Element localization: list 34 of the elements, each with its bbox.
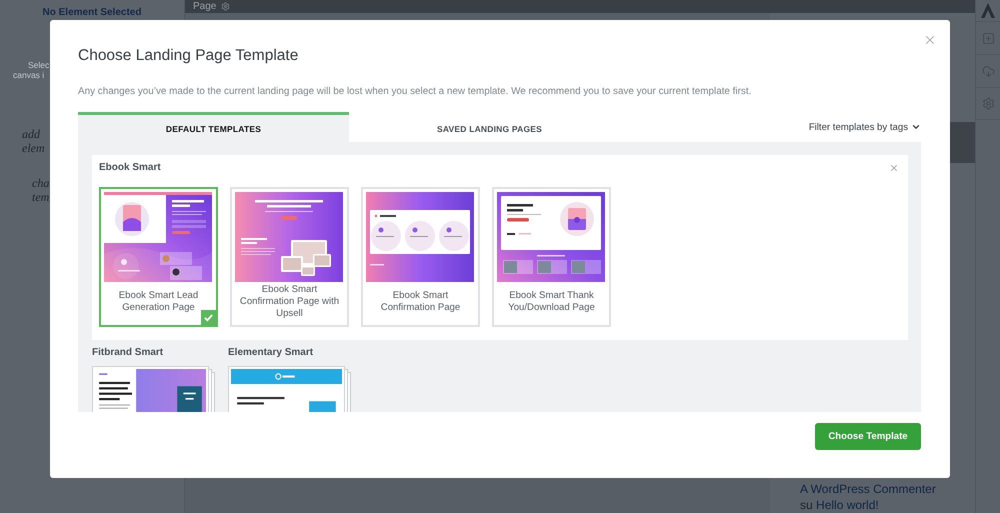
dialog-title: Choose Landing Page Template xyxy=(78,46,298,66)
settings-icon[interactable] xyxy=(221,2,230,11)
template-card[interactable]: Ebook Smart Thank You/Download Page xyxy=(492,187,611,327)
add-icon[interactable] xyxy=(982,32,994,44)
page-label: Page xyxy=(193,1,216,12)
handwritten-note: cha tem xyxy=(32,176,50,204)
handwritten-note: add elem xyxy=(22,127,45,155)
group-title: Ebook Smart xyxy=(99,162,161,174)
template-card[interactable]: Ebook Smart Confirmation Page with Upsell xyxy=(230,187,349,327)
chevron-down-icon xyxy=(911,122,921,132)
check-icon xyxy=(201,310,216,325)
sidebar-hint: canvas i xyxy=(13,70,44,80)
template-stack[interactable] xyxy=(228,366,351,412)
sidebar-title: No Element Selected xyxy=(42,7,142,18)
template-name: Ebook Smart Confirmation Page xyxy=(380,290,462,314)
close-icon[interactable] xyxy=(889,163,899,173)
template-name: Ebook Smart Confirmation Page with Upsell xyxy=(238,284,340,320)
settings-icon[interactable] xyxy=(982,97,994,110)
logo-icon[interactable] xyxy=(981,3,995,18)
template-name: Ebook Smart Lead Generation Page xyxy=(118,290,200,314)
tab[interactable]: DEFAULT TEMPLATES xyxy=(78,112,349,142)
group-title: Elementary Smart xyxy=(228,347,314,359)
group-title: Fitbrand Smart xyxy=(92,347,164,359)
dialog-description: Any changes you’ve made to the current landing page will be lost when you select a new template. We recommend you to save your current template first. xyxy=(78,86,752,98)
template-card[interactable]: Ebook Smart Confirmation Page xyxy=(361,187,480,327)
choose-template-button[interactable]: Choose Template xyxy=(815,423,921,450)
filter-dropdown[interactable]: Filter templates by tags xyxy=(808,112,921,142)
close-icon[interactable] xyxy=(923,33,937,47)
template-stack[interactable] xyxy=(92,366,215,412)
cloud-download-icon[interactable] xyxy=(982,64,994,78)
sidebar-hint: Selec xyxy=(28,60,50,70)
template-card[interactable]: Ebook Smart Lead Generation Page xyxy=(99,187,218,327)
template-name: Ebook Smart Thank You/Download Page xyxy=(507,290,596,314)
comment-meta: su Hello world! xyxy=(800,497,879,513)
